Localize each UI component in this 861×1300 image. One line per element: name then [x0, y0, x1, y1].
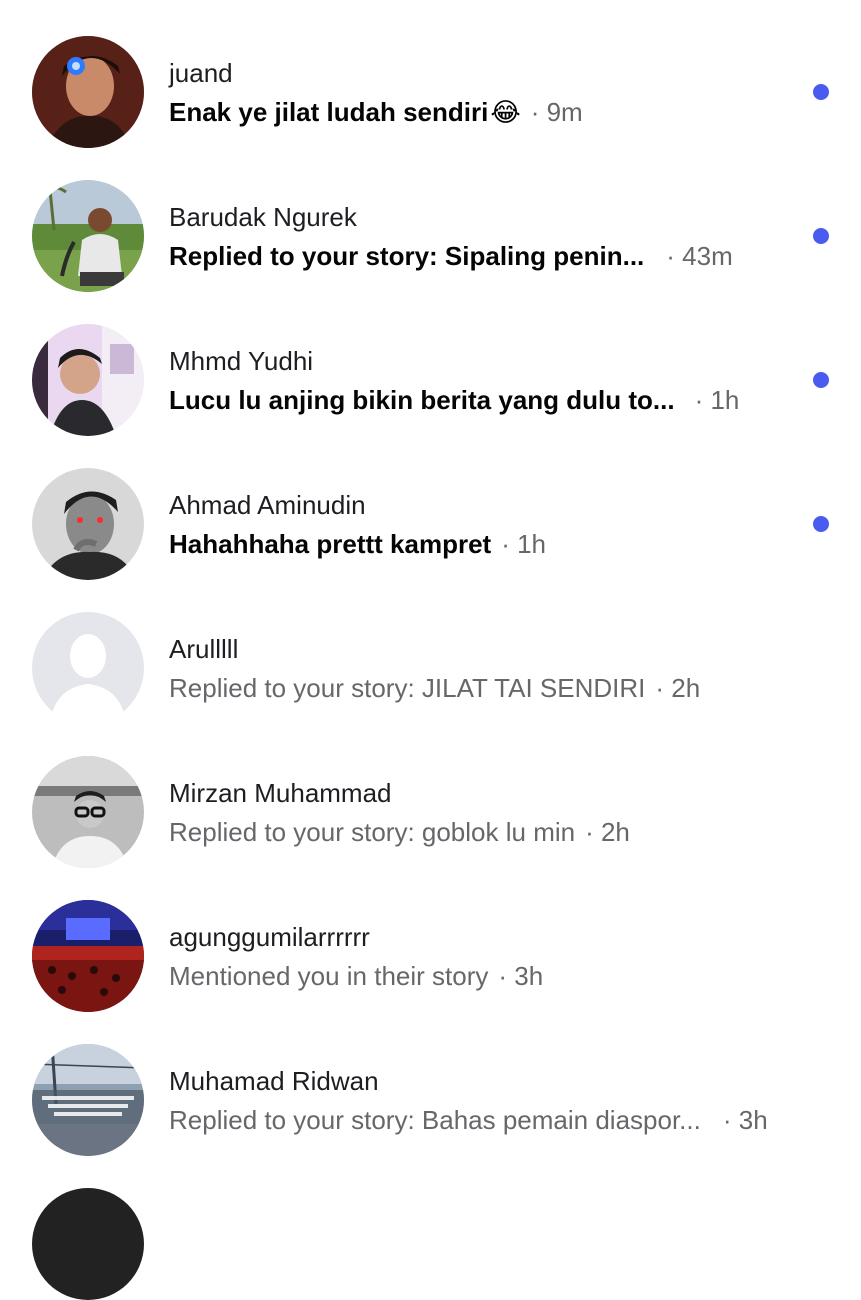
message-preview: Replied to your story: Bahas pemain dias… [169, 1104, 768, 1136]
default-avatar-icon[interactable] [32, 612, 144, 724]
contact-name: Barudak Ngurek [169, 202, 357, 232]
unread-dot-icon [813, 228, 829, 244]
conversation-row[interactable]: Mhmd Yudhi Lucu lu anjing bikin berita y… [0, 324, 861, 468]
message-preview: Lucu lu anjing bikin berita yang dulu to… [169, 384, 739, 416]
message-text: Replied to your story: Sipaling penin... [169, 241, 645, 271]
unread-dot-icon [813, 84, 829, 100]
message-time: · 3h [722, 1105, 768, 1135]
avatar[interactable] [32, 468, 144, 580]
message-preview: Enak ye jilat ludah sendiri 😂 · 9m [169, 96, 583, 128]
conversation-row[interactable]: agunggumilarrrrrr Mentioned you in their… [0, 900, 861, 1044]
contact-name: Muhamad Ridwan [169, 1066, 379, 1096]
avatar[interactable] [32, 1188, 144, 1300]
conversation-row[interactable]: Arulllll Replied to your story: JILAT TA… [0, 612, 861, 756]
message-time: · 1h [501, 529, 546, 559]
unread-dot-icon [813, 516, 829, 532]
message-preview: Hahahhaha prettt kampret · 1h [169, 528, 546, 560]
message-text: Enak ye jilat ludah sendiri [169, 97, 489, 127]
conversation-row[interactable]: Barudak Ngurek Replied to your story: Si… [0, 180, 861, 324]
message-text: Replied to your story: JILAT TAI SENDIRI [169, 673, 646, 703]
message-preview: Replied to your story: Sipaling penin...… [169, 240, 733, 272]
message-preview: Replied to your story: goblok lu min · 2… [169, 816, 630, 848]
contact-name: Mhmd Yudhi [169, 346, 314, 376]
contact-name: Arulllll [169, 634, 239, 664]
message-time: · 9m [530, 97, 583, 127]
conversation-row[interactable]: Ahmad Aminudin Hahahhaha prettt kampret … [0, 468, 861, 612]
message-time: · 43m [666, 241, 733, 271]
laughing-emoji-icon: 😂 [490, 97, 521, 127]
message-preview: Replied to your story: JILAT TAI SENDIRI… [169, 672, 700, 704]
message-time: · 1h [694, 385, 740, 415]
message-preview: Mentioned you in their story · 3h [169, 960, 543, 992]
conversation-row[interactable]: juand Enak ye jilat ludah sendiri 😂 · 9m [0, 36, 861, 180]
message-text: Lucu lu anjing bikin berita yang dulu to… [169, 385, 675, 415]
avatar[interactable] [32, 180, 144, 292]
contact-name: agunggumilarrrrrr [169, 922, 370, 952]
message-text: Replied to your story: goblok lu min [169, 817, 576, 847]
message-text: Hahahhaha prettt kampret [169, 529, 492, 559]
contact-name: juand [169, 58, 233, 88]
conversation-row[interactable]: Muhamad Ridwan Replied to your story: Ba… [0, 1044, 861, 1188]
conversation-row[interactable]: Mirzan Muhammad Replied to your story: g… [0, 756, 861, 900]
avatar[interactable] [32, 36, 144, 148]
message-time: · 2h [655, 673, 701, 703]
contact-name: Mirzan Muhammad [169, 778, 392, 808]
unread-dot-icon [813, 372, 829, 388]
message-text: Replied to your story: Bahas pemain dias… [169, 1105, 701, 1135]
avatar[interactable] [32, 1044, 144, 1156]
message-time: · 2h [585, 817, 630, 847]
avatar[interactable] [32, 900, 144, 1012]
message-text: Mentioned you in their story [169, 961, 489, 991]
avatar[interactable] [32, 324, 144, 436]
avatar[interactable] [32, 756, 144, 868]
conversation-list: juand Enak ye jilat ludah sendiri 😂 · 9m… [0, 36, 861, 1188]
contact-name: Ahmad Aminudin [169, 490, 366, 520]
message-time: · 3h [498, 961, 544, 991]
